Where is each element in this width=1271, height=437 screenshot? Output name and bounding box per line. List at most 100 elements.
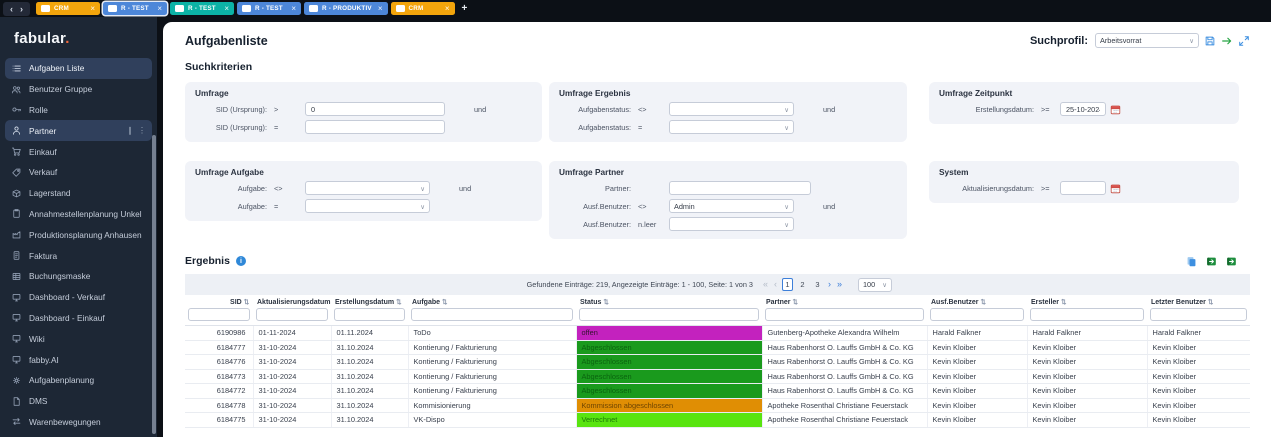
sidebar-item-einkauf[interactable]: Einkauf — [5, 141, 152, 162]
column-filter-input-aktualisierungsdatum[interactable] — [256, 308, 328, 321]
sidebar-item-benutzer-gruppe[interactable]: Benutzer Gruppe — [5, 79, 152, 100]
page-size-select[interactable]: 100 — [858, 278, 892, 292]
browser-tab-r-test[interactable]: R - TEST× — [237, 2, 301, 15]
sort-icon[interactable]: ⇅ — [793, 299, 798, 306]
calendar-icon[interactable] — [1110, 183, 1121, 194]
column-header-aktualisierungsdatum[interactable]: Aktualisierungsdatum⇅ — [253, 295, 331, 307]
expand-icon[interactable] — [1238, 35, 1250, 47]
column-filter-input-erstellungsdatum[interactable] — [334, 308, 405, 321]
drag-handle-icon[interactable]: ∥ — [128, 126, 132, 135]
pager-last-button[interactable]: » — [836, 280, 843, 289]
criteria-input[interactable] — [305, 102, 445, 116]
tab-close-icon[interactable]: × — [155, 5, 162, 13]
sort-icon[interactable]: ⇅ — [1061, 299, 1066, 306]
export-excel-icon[interactable] — [1226, 256, 1237, 267]
pager-page-3[interactable]: 3 — [812, 279, 823, 290]
sort-icon[interactable]: ⇅ — [980, 299, 985, 306]
sidebar-item-produktionsplanung-anhausen[interactable]: Produktionsplanung Anhausen — [5, 224, 152, 245]
tab-close-icon[interactable]: × — [443, 5, 450, 13]
save-profile-icon[interactable] — [1204, 35, 1216, 47]
pager-next-button[interactable]: › — [827, 280, 832, 289]
pager-first-button[interactable]: « — [762, 280, 769, 289]
sidebar-item-dashboard-einkauf[interactable]: Dashboard - Einkauf — [5, 308, 152, 329]
pager-page-1[interactable]: 1 — [782, 278, 793, 291]
column-header-ersteller[interactable]: Ersteller⇅ — [1027, 295, 1147, 307]
sidebar-item-planungsrechnung[interactable]: Planungsrechnung — [5, 432, 152, 437]
table-row[interactable]: 618477331-10-202431.10.2024Kontierung / … — [185, 369, 1250, 384]
browser-tab-r-test[interactable]: R - TEST× — [103, 2, 167, 15]
criteria-input[interactable] — [1060, 102, 1106, 116]
new-tab-button[interactable]: + — [462, 3, 468, 14]
sidebar-item-rolle[interactable]: Rolle — [5, 100, 152, 121]
criteria-select[interactable] — [669, 102, 794, 116]
column-filter-input-partner[interactable] — [765, 308, 924, 321]
browser-tab-r-produktiv[interactable]: R - PRODUKTIV× — [304, 2, 388, 15]
sort-icon[interactable]: ⇅ — [603, 299, 608, 306]
sidebar-item-wiki[interactable]: Wiki — [5, 328, 152, 349]
browser-tab-r-test[interactable]: R - TEST× — [170, 2, 234, 15]
tab-close-icon[interactable]: × — [289, 5, 296, 13]
column-header-erstellungsdatum[interactable]: Erstellungsdatum⇅ — [331, 295, 408, 307]
table-row[interactable]: 618477531-10-202431.10.2024VK-DispoVerre… — [185, 413, 1250, 428]
sidebar-item-dms[interactable]: DMS — [5, 391, 152, 412]
browser-tab-crm[interactable]: CRM× — [36, 2, 100, 15]
column-header-partner[interactable]: Partner⇅ — [762, 295, 927, 307]
tab-close-icon[interactable]: × — [222, 5, 229, 13]
search-profile-value: Arbeitsvorrat — [1100, 36, 1141, 45]
sidebar-item-lagerstand[interactable]: Lagerstand — [5, 183, 152, 204]
sidebar-item-verkauf[interactable]: Verkauf — [5, 162, 152, 183]
info-icon[interactable]: i — [236, 256, 246, 266]
forward-arrow-icon[interactable]: › — [20, 3, 23, 15]
sidebar-item-aufgabenplanung[interactable]: Aufgabenplanung — [5, 370, 152, 391]
criteria-select[interactable]: Admin — [669, 199, 794, 213]
column-header-status[interactable]: Status⇅ — [576, 295, 762, 307]
calendar-icon[interactable] — [1110, 104, 1121, 115]
sidebar-item-faktura[interactable]: Faktura — [5, 245, 152, 266]
column-filter-input-ersteller[interactable] — [1030, 308, 1144, 321]
column-header-aufgabe[interactable]: Aufgabe⇅ — [408, 295, 576, 307]
sidebar-item-fabby-ai[interactable]: fabby.AI — [5, 349, 152, 370]
column-filter-input-sid[interactable] — [188, 308, 250, 321]
pager-page-2[interactable]: 2 — [797, 279, 808, 290]
back-arrow-icon[interactable]: ‹ — [10, 3, 13, 15]
sidebar-item-warenbewegungen[interactable]: Warenbewegungen — [5, 412, 152, 433]
tab-close-icon[interactable]: × — [88, 5, 95, 13]
criteria-select[interactable] — [669, 217, 794, 231]
criteria-select[interactable] — [669, 120, 794, 134]
table-row[interactable]: 618477831-10-202431.10.2024Kommisionieru… — [185, 398, 1250, 413]
table-row[interactable]: 618477631-10-202431.10.2024Kontierung / … — [185, 355, 1250, 370]
table-row[interactable]: 619098601-11-202401.11.2024ToDooffenGute… — [185, 326, 1250, 341]
criteria-input[interactable] — [1060, 181, 1106, 195]
item-menu-icon[interactable]: ⋮ — [138, 126, 146, 135]
column-header-sid[interactable]: SID⇅ — [185, 295, 253, 307]
criteria-input[interactable] — [669, 181, 811, 195]
column-filter-input-ausf-benutzer[interactable] — [930, 308, 1024, 321]
pager-prev-button[interactable]: ‹ — [773, 280, 778, 289]
tab-close-icon[interactable]: × — [376, 5, 383, 13]
run-search-icon[interactable] — [1221, 35, 1233, 47]
criteria-select[interactable] — [305, 181, 430, 195]
sort-icon[interactable]: ⇅ — [244, 299, 249, 306]
sidebar-item-dashboard-verkauf[interactable]: Dashboard - Verkauf — [5, 287, 152, 308]
sidebar-item-partner[interactable]: Partner∥⋮ — [5, 120, 152, 141]
column-filter-input-letzter-benutzer[interactable] — [1150, 308, 1247, 321]
sidebar-item-aufgaben-liste[interactable]: Aufgaben Liste — [5, 58, 152, 79]
column-filter-input-status[interactable] — [579, 308, 759, 321]
column-header-ausf-benutzer[interactable]: Ausf.Benutzer⇅ — [927, 295, 1027, 307]
table-row[interactable]: 618477231-10-202431.10.2024Kontierung / … — [185, 384, 1250, 399]
search-profile-select[interactable]: Arbeitsvorrat — [1095, 33, 1199, 48]
column-filter-input-aufgabe[interactable] — [411, 308, 573, 321]
criteria-input[interactable] — [305, 120, 445, 134]
export-csv-icon[interactable] — [1206, 256, 1217, 267]
copy-icon[interactable] — [1186, 256, 1197, 267]
sort-icon[interactable]: ⇅ — [1208, 299, 1213, 306]
sidebar-item-annahmestellenplanung-unkel[interactable]: Annahmestellenplanung Unkel — [5, 204, 152, 225]
table-row[interactable]: 618477731-10-202431.10.2024Kontierung / … — [185, 340, 1250, 355]
column-header-letzter-benutzer[interactable]: Letzter Benutzer⇅ — [1147, 295, 1250, 307]
browser-tab-crm[interactable]: CRM× — [391, 2, 455, 15]
sort-icon[interactable]: ⇅ — [396, 299, 401, 306]
sort-icon[interactable]: ⇅ — [442, 299, 447, 306]
sidebar-item-buchungsmaske[interactable]: Buchungsmaske — [5, 266, 152, 287]
sidebar-scrollbar[interactable] — [152, 135, 156, 434]
criteria-select[interactable] — [305, 199, 430, 213]
